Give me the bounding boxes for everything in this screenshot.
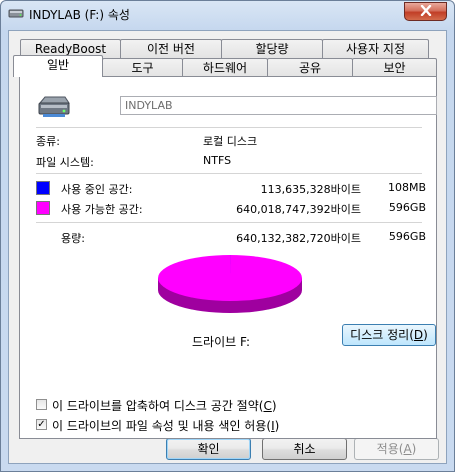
disk-usage-pie-chart [158, 255, 302, 313]
tab-previous-versions[interactable]: 이전 버전 [120, 39, 222, 58]
compress-key: C [263, 399, 272, 413]
dialog-body: ReadyBoost 이전 버전 할당량 사용자 지정 일반 도구 하드웨어 공… [8, 30, 447, 464]
properties-window: INDYLAB (F:) 속성 ReadyBoost 이전 버전 할당량 사용자… [0, 0, 455, 472]
compress-checkbox[interactable] [36, 399, 47, 410]
used-space-bytes: 113,635,328바이트 [260, 183, 361, 196]
volume-name-input[interactable] [120, 96, 437, 115]
tab-general[interactable]: 일반 [13, 55, 103, 77]
title-bar[interactable]: INDYLAB (F:) 속성 [1, 1, 454, 29]
free-space-short: 596GB [388, 201, 426, 214]
capacity-label: 용량: [61, 232, 85, 245]
used-space-short: 108MB [387, 181, 426, 194]
disk-cleanup-button[interactable]: 디스크 정리(D) [342, 324, 436, 346]
tab-customize[interactable]: 사용자 지정 [322, 39, 429, 58]
close-icon [420, 4, 432, 19]
type-label: 종류: [36, 135, 60, 148]
tab-sharing[interactable]: 공유 [267, 58, 353, 77]
disk-cleanup-key: D [413, 328, 424, 342]
apply-button[interactable]: 적용(A) [354, 438, 439, 460]
close-button[interactable] [404, 2, 447, 21]
divider [36, 127, 422, 128]
window-title: INDYLAB (F:) 속성 [29, 8, 130, 22]
index-checkbox[interactable]: ✓ [36, 419, 47, 430]
used-space-swatch [36, 181, 50, 195]
capacity-short: 596GB [388, 230, 426, 243]
index-text: 이 드라이브의 파일 속성 및 내용 색인 허용 [52, 419, 267, 433]
free-space-label: 사용 가능한 공간: [61, 203, 143, 216]
compress-text: 이 드라이브를 압축하여 디스크 공간 절약 [52, 399, 259, 413]
filesystem-value: NTFS [203, 154, 232, 167]
ok-button[interactable]: 확인 [166, 438, 251, 460]
index-label: 이 드라이브의 파일 속성 및 내용 색인 허용(I) [52, 419, 280, 433]
compress-label: 이 드라이브를 압축하여 디스크 공간 절약(C) [52, 399, 277, 413]
divider [36, 173, 422, 174]
tab-quota[interactable]: 할당량 [221, 39, 323, 58]
tab-tools[interactable]: 도구 [102, 58, 183, 77]
filesystem-label: 파일 시스템: [36, 156, 94, 169]
free-space-bytes: 640,018,747,392바이트 [236, 203, 361, 216]
index-key: I [271, 419, 275, 433]
capacity-bytes: 640,132,382,720바이트 [236, 232, 361, 245]
tab-hardware[interactable]: 하드웨어 [182, 58, 268, 77]
drive-large-icon [37, 93, 71, 122]
cancel-button[interactable]: 취소 [262, 438, 347, 460]
drive-label: 드라이브 F: [192, 335, 250, 349]
checkmark-icon: ✓ [37, 419, 46, 430]
divider [36, 222, 422, 223]
type-value: 로컬 디스크 [203, 135, 258, 148]
general-tab-panel: 종류: 로컬 디스크 파일 시스템: NTFS 사용 중인 공간: 113,63… [19, 76, 437, 439]
apply-key: A [403, 442, 412, 456]
disk-cleanup-label: 디스크 정리 [350, 328, 410, 342]
free-space-swatch [36, 201, 50, 215]
used-space-label: 사용 중인 공간: [61, 183, 133, 196]
apply-label: 적용 [376, 442, 399, 456]
drive-icon [8, 6, 24, 20]
tab-security[interactable]: 보안 [352, 58, 437, 77]
